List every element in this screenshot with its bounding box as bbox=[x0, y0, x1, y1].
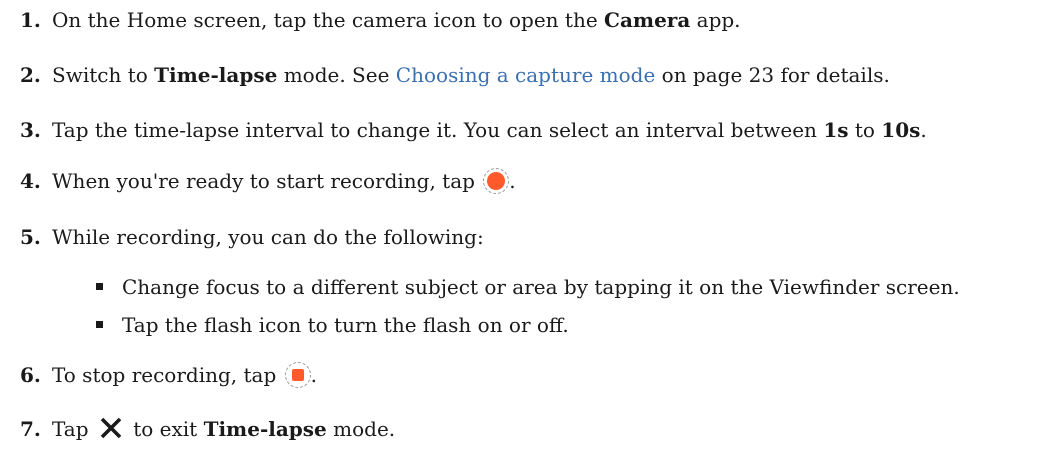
mode-name: Time-lapse bbox=[203, 417, 327, 441]
step-number: 5. bbox=[20, 225, 41, 249]
step-3: 3. Tap the time-lapse interval to change … bbox=[20, 115, 927, 145]
step-text: While recording, you can do the followin… bbox=[52, 225, 484, 249]
step-6: 6. To stop recording, tap . bbox=[20, 360, 317, 390]
record-dot-icon bbox=[487, 171, 506, 190]
step-text: To stop recording, tap . bbox=[52, 361, 317, 388]
step-2: 2. Switch to Time-lapse mode. See Choosin… bbox=[20, 60, 890, 90]
step-number: 1. bbox=[20, 8, 41, 32]
interval-max: 10s bbox=[881, 118, 921, 142]
mode-name: Time-lapse bbox=[154, 63, 278, 87]
close-icon bbox=[100, 417, 122, 438]
sub-bullet-2: Tap the flash icon to turn the flash on … bbox=[96, 310, 569, 340]
app-name-camera: Camera bbox=[604, 8, 691, 32]
step-text: On the Home screen, tap the camera icon … bbox=[52, 8, 741, 32]
step-text: When you're ready to start recording, ta… bbox=[52, 167, 516, 194]
interval-min: 1s bbox=[823, 118, 849, 142]
square-bullet-icon bbox=[96, 321, 103, 328]
square-bullet-icon bbox=[96, 283, 103, 290]
step-text: Tap the time-lapse interval to change it… bbox=[52, 118, 927, 142]
step-number: 3. bbox=[20, 118, 41, 142]
stop-button-icon bbox=[284, 361, 311, 388]
step-5: 5. While recording, you can do the follow… bbox=[20, 222, 484, 252]
choosing-capture-mode-link[interactable]: Choosing a capture mode bbox=[396, 63, 656, 87]
stop-square-icon bbox=[291, 368, 304, 381]
step-number: 2. bbox=[20, 63, 41, 87]
step-1: 1. On the Home screen, tap the camera ico… bbox=[20, 5, 741, 35]
bullet-text: Tap the flash icon to turn the flash on … bbox=[122, 313, 569, 337]
step-text: Switch to Time-lapse mode. See Choosing … bbox=[52, 63, 890, 87]
sub-bullet-1: Change focus to a different subject or a… bbox=[96, 272, 960, 302]
step-number: 4. bbox=[20, 169, 41, 193]
bullet-text: Change focus to a different subject or a… bbox=[122, 275, 960, 299]
step-4: 4. When you're ready to start recording, … bbox=[20, 166, 516, 196]
step-number: 6. bbox=[20, 363, 41, 387]
step-7: 7. Tap to exit Time-lapse mode. bbox=[20, 414, 395, 444]
record-button-icon bbox=[483, 167, 510, 194]
step-number: 7. bbox=[20, 417, 41, 441]
step-text: Tap to exit Time-lapse mode. bbox=[52, 417, 396, 441]
